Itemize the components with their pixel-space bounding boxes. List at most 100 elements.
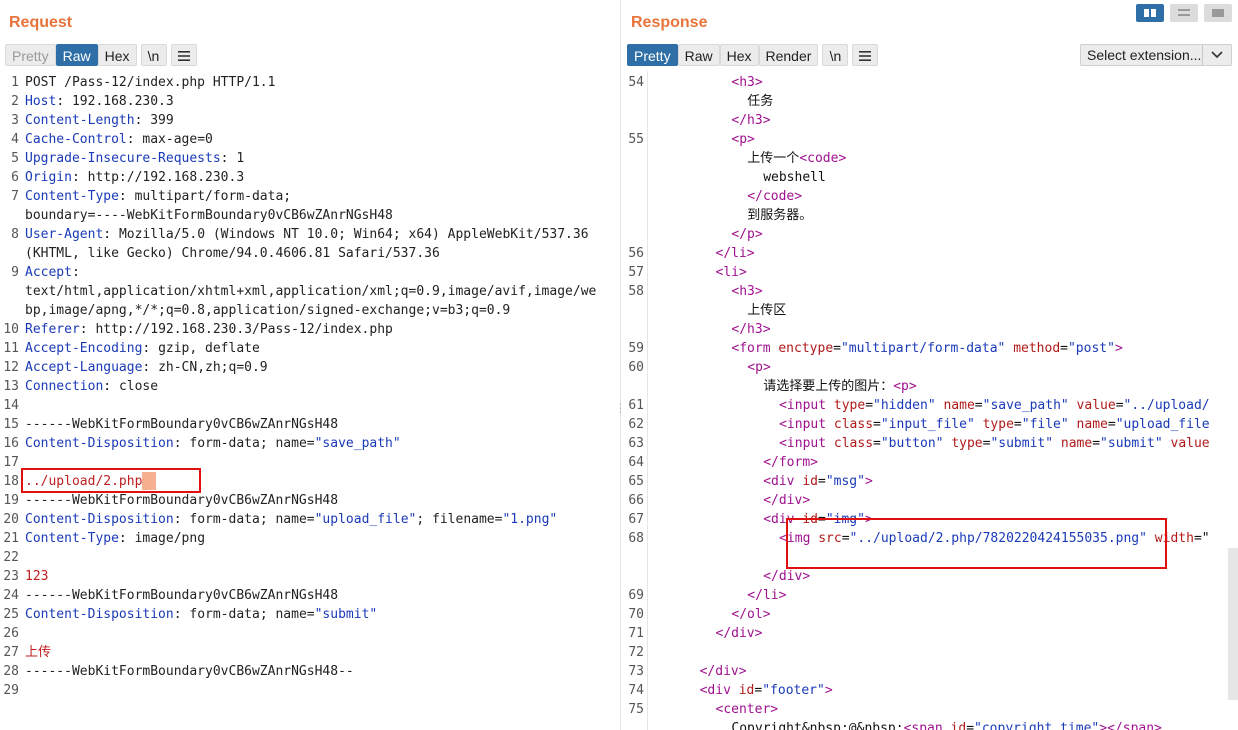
response-line: <input class="button" type="submit" name… (779, 434, 1210, 453)
hamburger-menu-icon[interactable] (852, 44, 879, 66)
code-token: </div> (763, 569, 811, 584)
code-token: = (1013, 417, 1022, 432)
response-line: </h3> (731, 111, 770, 130)
request-line: Upgrade-Insecure-Requests: 1 (25, 149, 244, 168)
header-value: 192.168.230.3 (71, 94, 174, 109)
tab-pretty[interactable]: Pretty (627, 44, 678, 66)
colon: : (134, 113, 151, 128)
line-number: 75 (628, 702, 644, 717)
header-key: Content-Type (25, 531, 119, 546)
hamburger-menu-icon[interactable] (170, 44, 197, 66)
request-line: ------WebKitFormBoundary0vCB6wZAnrNGsH48… (25, 662, 354, 681)
header-key: Host (25, 94, 57, 109)
code-token: "multipart/form-data" (840, 341, 1006, 356)
tab-pretty[interactable]: Pretty (5, 44, 56, 66)
code-token: </p> (731, 227, 763, 242)
code-token: <span (903, 721, 951, 730)
code-token: 上传区 (747, 303, 787, 318)
colon: : (220, 151, 237, 166)
colon: : (118, 531, 135, 546)
newline-toggle-button[interactable]: \n (822, 44, 849, 66)
select-extension-dropdown[interactable]: Select extension... (1080, 44, 1232, 66)
header-value: http://192.168.230.3 (87, 170, 245, 185)
code-token: "msg" (825, 474, 865, 489)
code-token: <div (763, 474, 803, 489)
layout-switcher (1136, 4, 1232, 22)
request-line-numbers: 1 2 3 4 5 6 7 8 9 10 11 12 13 14 15 16 17 18 19 20 21 22 23 24 2… (0, 71, 22, 730)
code-token: class (833, 436, 874, 451)
request-code[interactable]: POST /Pass-12/index.php HTTP/1.1 Host: 19… (25, 71, 620, 730)
header-value: Mozilla/5.0 (Windows NT 10.0; Win64; x64… (118, 227, 589, 242)
response-pane: Response Pretty Raw Hex Render \n Select… (621, 0, 1238, 730)
code-token: name (1060, 436, 1093, 451)
request-line: User-Agent: Mozilla/5.0 (Windows NT 10.0… (25, 225, 589, 244)
code-token: "../upload/ (1123, 398, 1210, 413)
tab-raw[interactable]: Raw (55, 44, 98, 66)
request-line: text/html,application/xhtml+xml,applicat… (25, 282, 596, 301)
line-text: ------WebKitFormBoundary0vCB6wZAnrNGsH48… (25, 664, 354, 679)
tab-render[interactable]: Render (758, 44, 819, 66)
line-number: 60 (628, 360, 644, 375)
code-token: </li> (715, 246, 755, 261)
line-number: 25 (3, 607, 19, 622)
line-number: 72 (628, 645, 644, 660)
code-token: "upload_file (1115, 417, 1210, 432)
response-line: </code> (747, 187, 802, 206)
string-value: "upload_file" (314, 512, 417, 527)
tab-hex[interactable]: Hex (719, 44, 759, 66)
colon: : (173, 512, 190, 527)
line-number: 12 (3, 360, 19, 375)
header-key: Origin (25, 170, 72, 185)
header-key: Accept (25, 265, 72, 280)
string-value: "save_path" (314, 436, 401, 451)
colon: : (142, 360, 159, 375)
line-number: 16 (3, 436, 19, 451)
request-line: Accept-Encoding: gzip, deflate (25, 339, 260, 358)
newline-toggle-button[interactable]: \n (140, 44, 167, 66)
line-text: text/html,application/xhtml+xml,applicat… (25, 284, 597, 299)
response-line: webshell (763, 168, 826, 187)
split-vertical-icon[interactable] (1170, 4, 1198, 22)
response-editor[interactable]: 54 55 56 57 58 59 60 61 62 63 64 65 66 67 68 69 70 71 72 73… (621, 71, 1238, 730)
header-key: Content-Disposition (25, 607, 174, 622)
code-token: </div> (715, 626, 763, 641)
response-line: <li> (716, 263, 747, 282)
code-token: 上传一个 (747, 151, 800, 166)
code-token: <p> (747, 360, 771, 375)
response-line: </div> (763, 491, 810, 510)
split-horizontal-icon[interactable] (1136, 4, 1164, 22)
highlight-box-img-src (786, 518, 1167, 569)
header-value: close (118, 379, 159, 394)
line-number: 18 (3, 474, 19, 489)
colon: : (56, 94, 72, 109)
line-number: 21 (3, 531, 19, 546)
code-token: value (1170, 436, 1210, 451)
request-line: Content-Type: multipart/form-data; (25, 187, 291, 206)
line-number: 62 (628, 417, 644, 432)
line-text: bp,image/apng,*/*;q=0.8,application/sign… (25, 303, 511, 318)
code-token: = (966, 721, 975, 730)
request-editor[interactable]: 1 2 3 4 5 6 7 8 9 10 11 12 13 14 15 16 17 18 19 20 21 22 23 24 2… (0, 71, 620, 730)
response-code[interactable]: <h3> 任务 </h3> <p> 上传一个<code> webshell </code> 到… (651, 71, 1238, 730)
single-pane-icon[interactable] (1204, 4, 1232, 22)
response-line: <h3> (731, 73, 762, 92)
request-line: (KHTML, like Gecko) Chrome/94.0.4606.81 … (25, 244, 440, 263)
request-line: Connection: close (25, 377, 158, 396)
response-line: 上传区 (747, 301, 786, 320)
request-line: 123 (25, 567, 48, 586)
line-text: ------WebKitFormBoundary0vCB6wZAnrNGsH48 (25, 417, 339, 432)
response-line: Copyright&nbsp;@&nbsp;<span id="copyrigh… (731, 719, 1162, 730)
request-line: 上传 (25, 643, 51, 662)
header-value: gzip, deflate (158, 341, 260, 356)
line-number: 19 (3, 493, 19, 508)
line-number: 71 (628, 626, 644, 641)
tab-hex[interactable]: Hex (97, 44, 137, 66)
response-line: </div> (716, 624, 763, 643)
line-number: 22 (3, 550, 19, 565)
response-line: <input class="input_file" type="file" na… (779, 415, 1210, 434)
vertical-scrollbar[interactable] (1228, 548, 1238, 700)
code-token: <input (779, 398, 834, 413)
code-token: type (982, 417, 1014, 432)
tab-raw[interactable]: Raw (677, 44, 720, 66)
request-line: Referer: http://192.168.230.3/Pass-12/in… (25, 320, 393, 339)
